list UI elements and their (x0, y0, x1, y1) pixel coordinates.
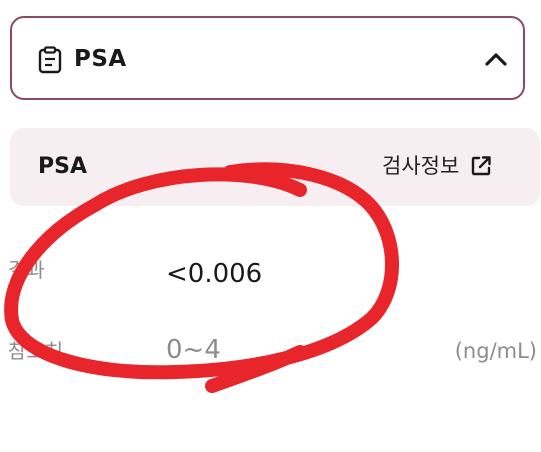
psa-accordion-header[interactable]: PSA (10, 16, 525, 100)
test-info-link[interactable]: 검사정보 (382, 150, 493, 182)
result-label: 결과 (8, 258, 45, 282)
test-info-link-label: 검사정보 (382, 154, 460, 178)
clipboard-icon (38, 46, 62, 74)
reference-unit: (ng/mL) (454, 339, 537, 363)
section-title: PSA (74, 46, 127, 72)
reference-range-label: 참고치 (8, 339, 64, 363)
test-info-card: PSA 검사정보 (10, 128, 540, 206)
chevron-up-icon[interactable] (483, 48, 509, 70)
test-name: PSA (38, 154, 87, 179)
external-link-icon (472, 156, 491, 176)
reference-range-value: 0~4 (166, 335, 221, 365)
result-value: <0.006 (166, 259, 263, 289)
